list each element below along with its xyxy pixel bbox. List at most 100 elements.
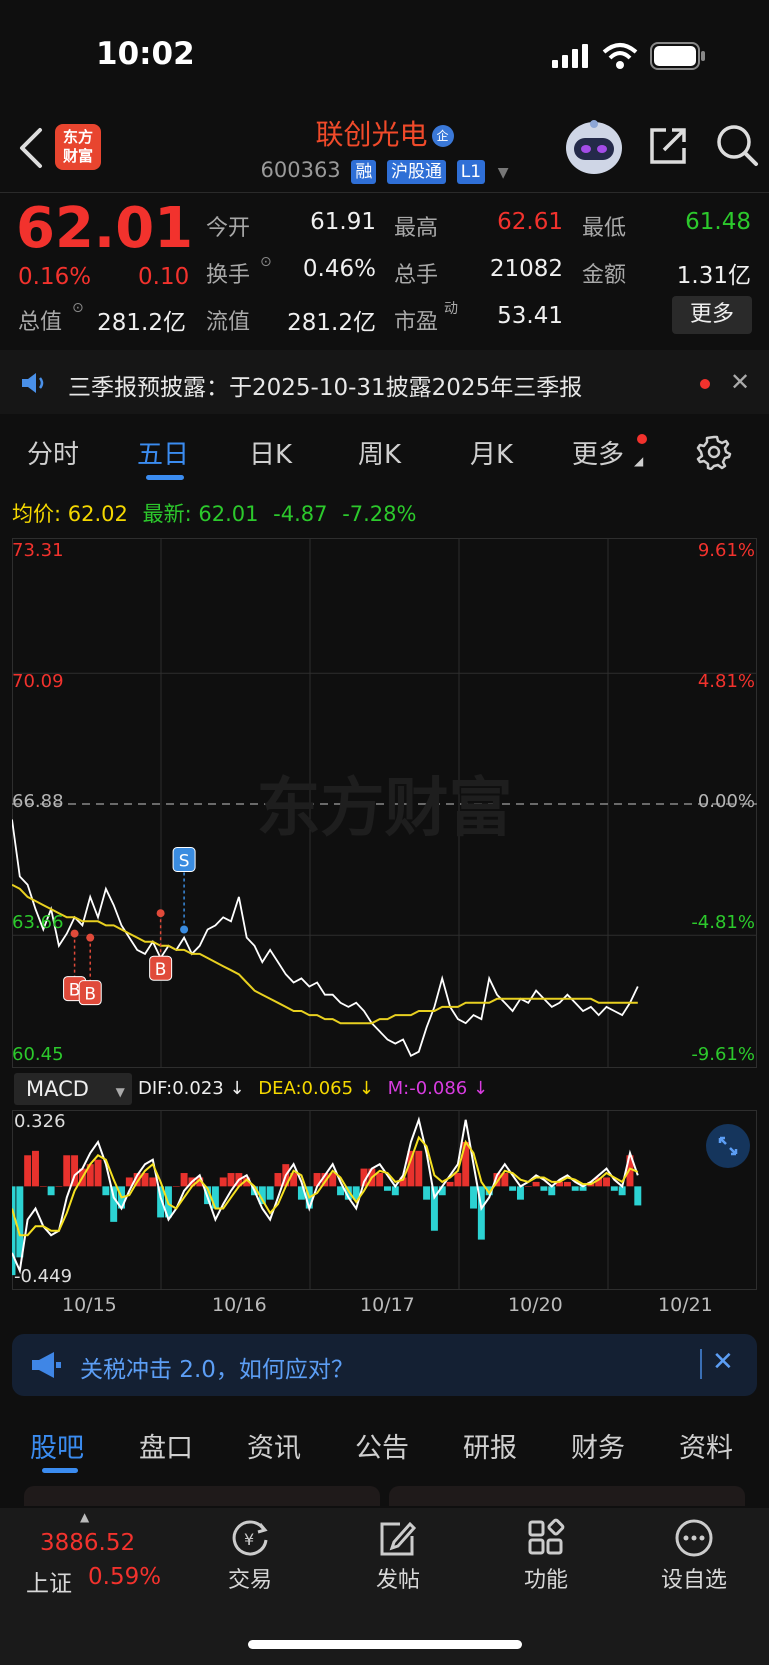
macd-chart[interactable] — [12, 1110, 757, 1290]
macd-histogram-bar — [618, 1186, 626, 1196]
tab-daily-k[interactable]: 日K — [249, 434, 292, 471]
home-indicator — [248, 1640, 522, 1649]
amount-value: 1.31亿 — [676, 263, 751, 289]
amount-label: 金额 — [582, 263, 627, 288]
avg-latest-row: 均价: 62.02 最新: 62.01 -4.87 -7.28% — [12, 498, 416, 528]
chevron-up-icon: ▲ — [80, 1510, 90, 1524]
macd-histogram-bar — [423, 1186, 431, 1200]
nav-post[interactable]: 发帖 — [338, 1518, 458, 1594]
y-tick-left: 66.88 — [12, 791, 64, 812]
y-tick-left: 73.31 — [12, 540, 64, 561]
avg-value: 62.02 — [67, 502, 128, 526]
open-value: 61.91 — [310, 209, 376, 235]
avg-label: 均价: — [12, 502, 62, 526]
tab-order-book[interactable]: 盘口 — [139, 1426, 193, 1465]
macd-histogram-bar — [540, 1186, 548, 1191]
gear-icon[interactable] — [696, 434, 732, 470]
index-value[interactable]: 3886.52 — [40, 1530, 135, 1556]
edit-icon — [380, 1521, 417, 1556]
macd-histogram-bar — [524, 1186, 532, 1187]
tab-weekly-k[interactable]: 周K — [358, 434, 401, 471]
price-line — [12, 819, 639, 1058]
y-tick-right: -4.81% — [691, 912, 755, 933]
macd-histogram-bar — [532, 1181, 540, 1187]
stock-code: 600363 — [260, 158, 341, 182]
latest-value: 62.01 — [198, 502, 259, 526]
latest-percent: -7.28% — [342, 502, 417, 526]
macd-histogram-bar — [446, 1181, 454, 1187]
macd-histogram-bar — [94, 1159, 102, 1187]
indicator-select[interactable]: MACD ▼ — [14, 1073, 132, 1105]
tab-more-indicator-icon: ◢ — [634, 454, 644, 468]
low-label: 最低 — [582, 216, 627, 241]
y-tick-right: 4.81% — [697, 671, 755, 692]
tab-five-day[interactable]: 五日 — [137, 434, 189, 471]
marker-label: B — [84, 985, 96, 1005]
tab-research[interactable]: 研报 — [463, 1426, 517, 1465]
macd-histogram-bar — [610, 1186, 618, 1191]
index-percent[interactable]: 0.59% — [88, 1564, 161, 1590]
macd-histogram-bar — [603, 1177, 610, 1187]
high-label: 最高 — [394, 216, 439, 241]
tab-guba[interactable]: 股吧 — [30, 1426, 84, 1465]
y-tick-right: 0.00% — [697, 791, 755, 812]
index-name[interactable]: 上证 — [26, 1564, 72, 1598]
y-tick-right: -9.61% — [691, 1044, 755, 1065]
macd-histogram-bar — [149, 1177, 157, 1187]
tab-news[interactable]: 资讯 — [247, 1426, 301, 1465]
expand-icon[interactable] — [706, 1124, 750, 1168]
macd-histogram-bar — [180, 1173, 188, 1187]
nav-trade-label: 交易 — [227, 1568, 272, 1593]
content-card[interactable] — [24, 1486, 380, 1506]
macd-histogram-bar — [31, 1150, 39, 1187]
macd-histogram-bar — [219, 1177, 227, 1187]
avg-price-line — [12, 883, 638, 1025]
dea-legend: DEA:0.065 ↓ — [258, 1078, 374, 1099]
macd-histogram-bar — [274, 1173, 282, 1187]
tab-intraday[interactable]: 分时 — [27, 434, 79, 471]
close-icon[interactable]: ✕ — [730, 368, 750, 396]
macd-histogram-bar — [110, 1186, 118, 1222]
tab-more[interactable]: 更多 — [572, 434, 624, 471]
price-chart[interactable]: 东方财富B BBS — [12, 538, 757, 1068]
current-price: 62.01 — [16, 196, 194, 261]
nav-functions[interactable]: 功能 — [486, 1518, 606, 1594]
volume-value: 21082 — [489, 256, 563, 282]
more-button[interactable]: 更多 — [672, 296, 752, 334]
pe-value: 53.41 — [497, 303, 563, 329]
ad-divider — [700, 1349, 702, 1379]
close-icon[interactable]: ✕ — [712, 1347, 734, 1377]
nav-watchlist[interactable]: 设自选 — [634, 1518, 754, 1594]
y-tick-left: 60.45 — [12, 1044, 64, 1065]
y-tick-right: 9.61% — [697, 540, 755, 561]
tab-announcements[interactable]: 公告 — [355, 1426, 409, 1465]
macd-histogram-bar — [634, 1186, 642, 1206]
x-date-label: 10/21 — [658, 1294, 713, 1316]
macd-y-max: 0.326 — [14, 1111, 66, 1132]
nav-watchlist-label: 设自选 — [660, 1568, 727, 1593]
tag-connect: 沪股通 — [387, 160, 447, 184]
macd-histogram-bar — [509, 1186, 517, 1191]
macd-histogram-bar — [16, 1186, 24, 1258]
speaker-icon — [22, 373, 44, 393]
search-icon[interactable] — [714, 122, 760, 168]
nav-functions-label: 功能 — [523, 1568, 568, 1593]
nav-post-label: 发帖 — [375, 1568, 420, 1593]
content-card[interactable] — [389, 1486, 745, 1506]
pe-label: 市盈 — [394, 310, 439, 335]
robot-assistant-icon[interactable] — [564, 118, 624, 176]
tab-financials[interactable]: 财务 — [571, 1426, 625, 1465]
x-date-label: 10/20 — [508, 1294, 563, 1316]
tab-monthly-k[interactable]: 月K — [470, 434, 513, 471]
marker-label: B — [155, 960, 167, 980]
share-icon[interactable] — [646, 124, 690, 168]
active-tab-indicator — [146, 475, 184, 480]
macd-histogram-bar — [227, 1173, 235, 1187]
nav-trade[interactable]: ¥ 交易 — [190, 1518, 310, 1594]
high-value: 62.61 — [497, 209, 563, 235]
macd-histogram-bar — [415, 1150, 423, 1187]
enterprise-badge: 企 — [431, 125, 454, 147]
volume-label: 总手 — [394, 263, 439, 288]
tab-profile[interactable]: 资料 — [679, 1426, 733, 1465]
market-cap-label: 总值 — [18, 310, 63, 335]
